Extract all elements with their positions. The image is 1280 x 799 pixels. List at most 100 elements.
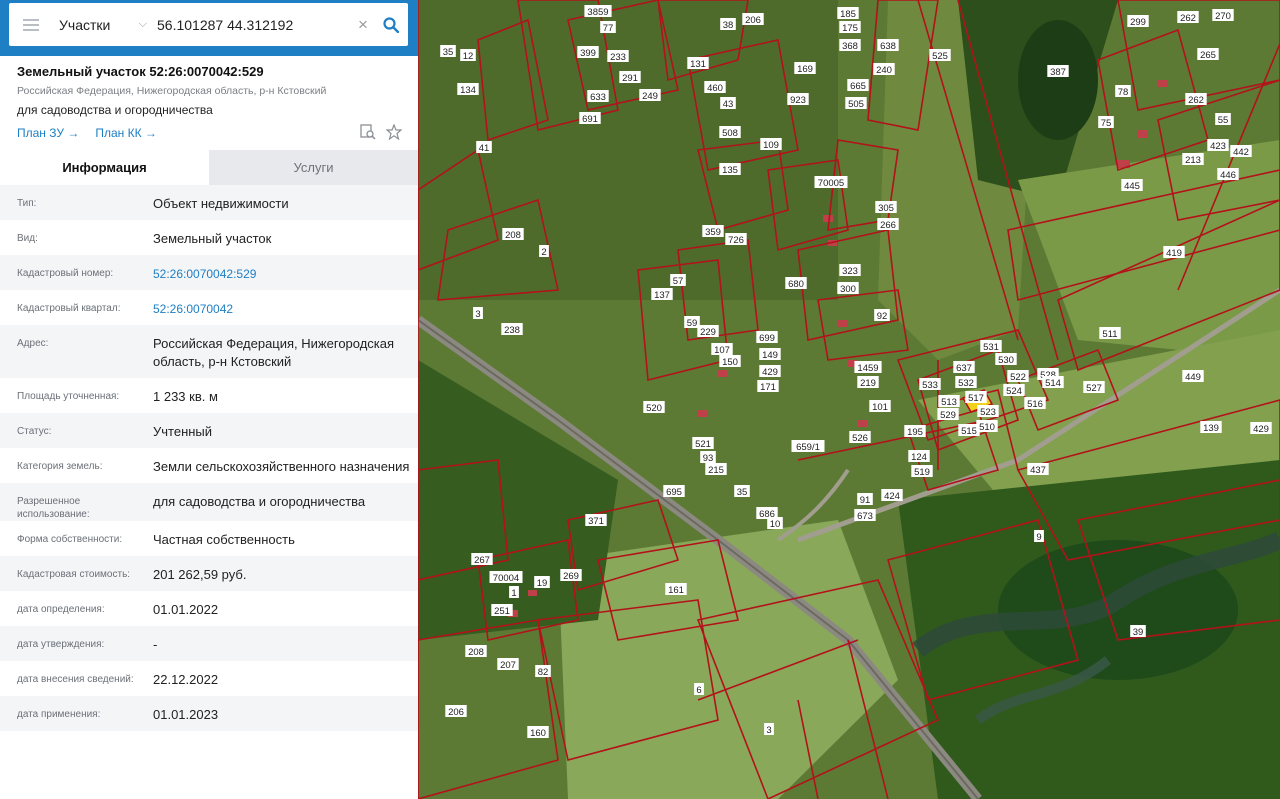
svg-text:55: 55 — [1218, 115, 1229, 126]
info-row: Вид: Земельный участок — [0, 220, 418, 255]
info-row-value: - — [153, 637, 158, 652]
parcel-label: 923 — [787, 93, 809, 106]
parcel-label: 691 — [579, 112, 601, 125]
parcel-label: 10 — [767, 517, 783, 530]
svg-text:75: 75 — [1101, 118, 1112, 129]
plan-zu-link[interactable]: План ЗУ → — [17, 126, 79, 140]
layer-select[interactable]: Участки ⌵ — [53, 3, 153, 46]
parcel-label: 207 — [497, 658, 519, 671]
info-row: дата внесения сведений: 22.12.2022 — [0, 661, 418, 696]
info-row-label: Категория земель: — [17, 461, 103, 472]
parcel-label: 265 — [1197, 48, 1219, 61]
parcel-label: 423 — [1207, 139, 1229, 152]
svg-text:659/1: 659/1 — [796, 442, 820, 453]
svg-text:82: 82 — [538, 667, 549, 678]
svg-text:510: 510 — [979, 422, 995, 433]
parcel-label: 368 — [839, 39, 861, 52]
parcel-label: 70004 — [489, 571, 523, 584]
parcel-label: 206 — [742, 13, 764, 26]
map-canvas[interactable]: 385977 38 206185175368 638525387299 262 27039… — [418, 0, 1280, 799]
svg-text:3: 3 — [766, 725, 771, 736]
svg-text:38: 38 — [723, 20, 734, 31]
svg-text:445: 445 — [1124, 181, 1140, 192]
parcel-label: 139 — [1200, 421, 1222, 434]
parcel-label: 726 — [725, 233, 747, 246]
info-row-label: Форма собственности: — [17, 534, 123, 545]
svg-text:233: 233 — [610, 52, 626, 63]
parcel-label: 70005 — [814, 176, 848, 189]
parcel-label: 2 — [539, 245, 549, 258]
svg-text:508: 508 — [722, 128, 738, 139]
parcel-label: 75 — [1098, 116, 1114, 129]
parcel-label: 82 — [535, 665, 551, 678]
parcel-label: 262 — [1177, 11, 1199, 24]
svg-text:299: 299 — [1130, 17, 1146, 28]
search-input[interactable]: 56.101287 44.312192 — [153, 17, 352, 33]
svg-text:185: 185 — [840, 9, 856, 20]
info-row: Разрешенное использование: для садоводств… — [0, 483, 418, 521]
parcel-label: 39 — [1130, 625, 1146, 638]
svg-text:262: 262 — [1180, 13, 1196, 24]
search-button[interactable] — [374, 3, 408, 46]
svg-text:134: 134 — [460, 85, 476, 96]
parcel-label: 533 — [919, 378, 941, 391]
parcel-label: 238 — [501, 323, 523, 336]
left-panel: Участки ⌵ 56.101287 44.312192 × Земельны… — [0, 0, 418, 799]
parcel-label: 169 — [794, 62, 816, 75]
parcel-label: 92 — [874, 309, 890, 322]
parcel-label: 291 — [619, 71, 641, 84]
svg-text:527: 527 — [1086, 383, 1102, 394]
svg-text:533: 533 — [922, 380, 938, 391]
info-row-label: Адрес: — [17, 338, 49, 349]
plan-kk-link[interactable]: План КК → — [95, 126, 157, 140]
svg-text:695: 695 — [666, 487, 682, 498]
svg-text:446: 446 — [1220, 170, 1236, 181]
svg-text:131: 131 — [690, 59, 706, 70]
svg-text:6: 6 — [696, 685, 701, 696]
parcel-label: 514 — [1042, 376, 1064, 389]
svg-text:139: 139 — [1203, 423, 1219, 434]
parcel-label: 446 — [1217, 168, 1239, 181]
parcel-label: 419 — [1163, 246, 1185, 259]
parcel-label: 206 — [445, 705, 467, 718]
parcel-label: 680 — [785, 277, 807, 290]
svg-text:529: 529 — [940, 410, 956, 421]
parcel-label: 19 — [534, 576, 550, 589]
parcel-label: 150 — [719, 355, 741, 368]
tab-services[interactable]: Услуги — [209, 150, 418, 185]
svg-text:522: 522 — [1010, 372, 1026, 383]
svg-text:101: 101 — [872, 402, 888, 413]
chevron-down-icon: ⌵ — [138, 18, 147, 30]
svg-text:150: 150 — [722, 357, 738, 368]
info-row-link[interactable]: 52:26:0070042:529 — [153, 255, 418, 290]
info-row-value: 01.01.2023 — [153, 707, 219, 722]
tabs: Информация Услуги — [0, 150, 418, 185]
search-box: Участки ⌵ 56.101287 44.312192 × — [9, 3, 408, 46]
menu-icon[interactable] — [9, 3, 53, 46]
svg-text:359: 359 — [705, 227, 721, 238]
svg-text:240: 240 — [876, 65, 892, 76]
parcel-label: 134 — [457, 83, 479, 96]
info-row-value: 01.01.2022 — [153, 602, 219, 617]
svg-text:637: 637 — [956, 363, 972, 374]
parcel-label: 460 — [704, 81, 726, 94]
info-row-label: Кадастровый номер: — [17, 268, 114, 279]
tab-info[interactable]: Информация — [0, 150, 209, 185]
object-usage: для садоводства и огородничества — [17, 103, 213, 117]
svg-text:505: 505 — [848, 99, 864, 110]
parcel-label: 229 — [697, 325, 719, 338]
star-icon[interactable] — [386, 124, 402, 140]
cadastral-map[interactable]: 3859 77 38 206 185 175 368 638 525 387 299 262 270 39… — [418, 0, 1280, 799]
svg-text:511: 511 — [1102, 329, 1117, 340]
parcel-label: 1 — [509, 586, 519, 599]
clear-icon[interactable]: × — [352, 15, 374, 35]
parcel-label: 251 — [491, 604, 513, 617]
svg-text:520: 520 — [646, 403, 662, 414]
info-row-value: Объект недвижимости — [153, 196, 289, 211]
svg-text:70005: 70005 — [818, 178, 844, 189]
parcel-label: 240 — [873, 63, 895, 76]
parcel-label: 3 — [473, 307, 483, 320]
svg-text:171: 171 — [760, 382, 776, 393]
zoom-to-object-icon[interactable] — [360, 124, 376, 140]
info-row-link[interactable]: 52:26:0070042 — [153, 290, 418, 325]
